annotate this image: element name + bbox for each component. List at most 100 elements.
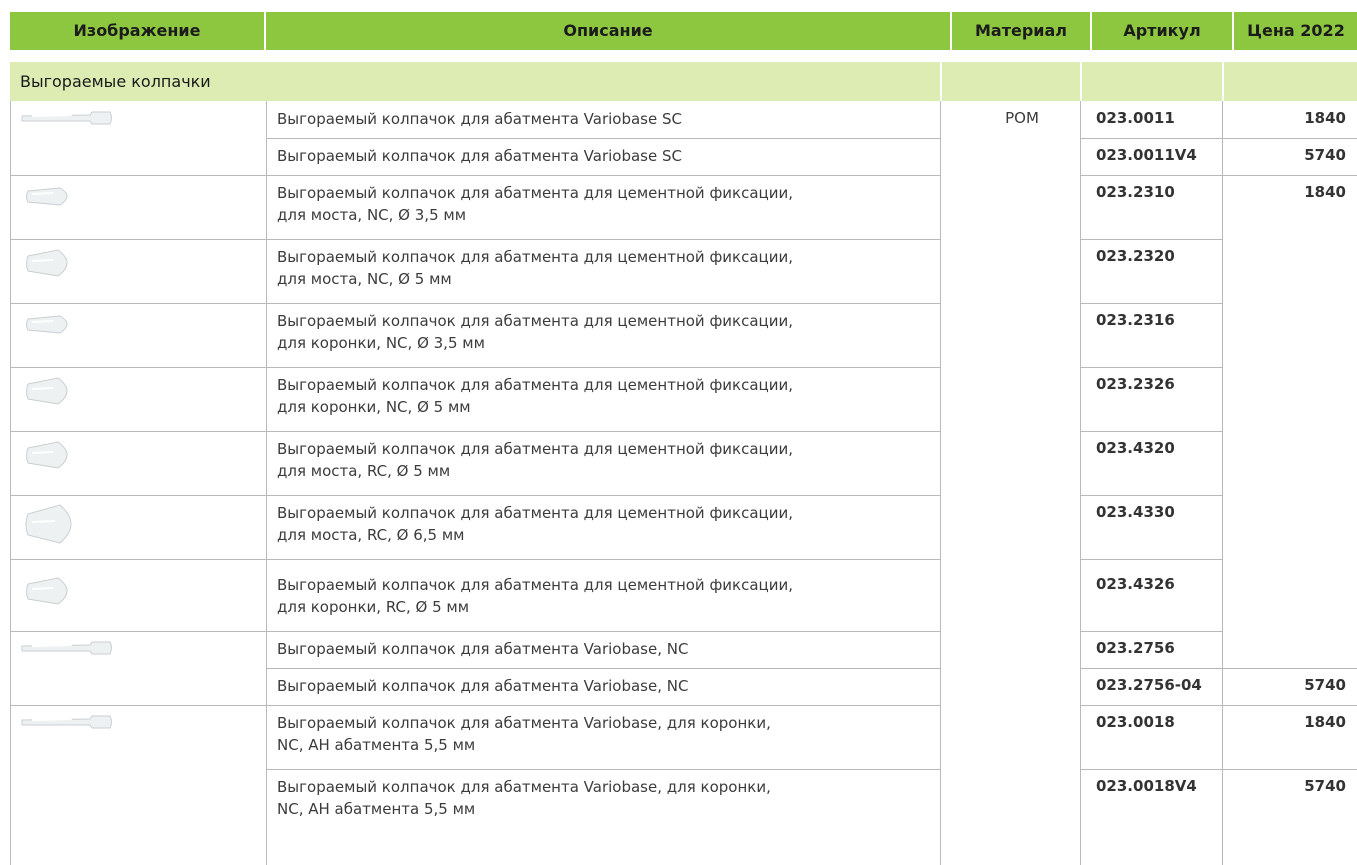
description-line-2: для коронки, RC, Ø 5 мм — [277, 598, 470, 616]
large-cap-image — [20, 501, 84, 551]
row-description: Выгораемый колпачок для абатмента для це… — [277, 374, 793, 418]
row-description: Выгораемый колпачок для абатмента для це… — [277, 502, 793, 546]
description-line-1: Выгораемый колпачок для абатмента для це… — [277, 576, 793, 594]
column-divider — [10, 101, 11, 865]
material-cell: POM — [1005, 109, 1039, 127]
article-number: 023.2320 — [1096, 247, 1175, 265]
article-number: 023.0018V4 — [1096, 777, 1197, 795]
price-value: 1840 — [1304, 109, 1346, 127]
row-divider — [1080, 631, 1222, 632]
row-divider — [10, 559, 266, 560]
description-line-1: Выгораемый колпачок для абатмента для це… — [277, 312, 793, 330]
header-article: Артикул — [1092, 12, 1234, 50]
row-divider — [10, 175, 266, 176]
article-number: 023.0018 — [1096, 713, 1175, 731]
description-line-2: для моста, NC, Ø 5 мм — [277, 270, 452, 288]
article-number: 023.4330 — [1096, 503, 1175, 521]
row-divider — [1080, 138, 1222, 139]
row-description: Выгораемый колпачок для абатмента Variob… — [277, 638, 688, 660]
row-divider — [266, 431, 940, 432]
description-line-1: Выгораемый колпачок для абатмента для це… — [277, 504, 793, 522]
row-divider — [266, 367, 940, 368]
row-divider — [266, 769, 940, 770]
row-divider — [266, 175, 940, 176]
description-line-1: Выгораемый колпачок для абатмента Variob… — [277, 640, 689, 658]
table-body: POM Выгораемый колпачок для абатмента Va… — [10, 101, 1357, 865]
small-cap-image — [20, 309, 80, 343]
article-number: 023.2326 — [1096, 375, 1175, 393]
medium-cap-image — [20, 573, 80, 613]
table-header: Изображение Описание Материал Артикул Це… — [10, 12, 1357, 52]
price-value: 5740 — [1304, 676, 1346, 694]
long-cap-image — [20, 711, 114, 737]
description-line-2: для коронки, NC, Ø 3,5 мм — [277, 334, 485, 352]
row-divider — [1080, 239, 1222, 240]
column-divider — [1222, 101, 1223, 865]
long-cap-image — [20, 107, 114, 133]
header-description: Описание — [266, 12, 952, 50]
row-divider — [266, 495, 940, 496]
article-number: 023.0011 — [1096, 109, 1175, 127]
row-divider — [10, 303, 266, 304]
description-line-2: для моста, NC, Ø 3,5 мм — [277, 206, 467, 224]
row-divider — [1222, 668, 1357, 669]
description-line-2: NC, AH абатмента 5,5 мм — [277, 736, 476, 754]
price-value: 5740 — [1304, 146, 1346, 164]
description-line-1: Выгораемый колпачок для абатмента для це… — [277, 376, 793, 394]
article-number: 023.2310 — [1096, 183, 1175, 201]
row-divider — [266, 559, 940, 560]
row-divider — [1222, 769, 1357, 770]
row-description: Выгораемый колпачок для абатмента Variob… — [277, 145, 682, 167]
row-description: Выгораемый колпачок для абатмента для це… — [277, 182, 793, 226]
description-line-1: Выгораемый колпачок для абатмента для це… — [277, 248, 793, 266]
column-divider — [266, 101, 267, 865]
section-title: Выгораемые колпачки — [20, 72, 211, 91]
row-divider — [1080, 495, 1222, 496]
price-value: 1840 — [1304, 713, 1346, 731]
row-description: Выгораемый колпачок для абатмента Variob… — [277, 675, 688, 697]
article-number: 023.2756-04 — [1096, 676, 1202, 694]
description-line-1: Выгораемый колпачок для абатмента для це… — [277, 440, 793, 458]
row-divider — [1080, 559, 1222, 560]
row-description: Выгораемый колпачок для абатмента для це… — [277, 574, 793, 618]
row-description: Выгораемый колпачок для абатмента для це… — [277, 310, 793, 354]
medium-cap-image — [20, 373, 80, 413]
description-line-2: NC, AH абатмента 5,5 мм — [277, 800, 476, 818]
row-divider — [1080, 769, 1222, 770]
article-number: 023.2756 — [1096, 639, 1175, 657]
description-line-1: Выгораемый колпачок для абатмента Variob… — [277, 778, 771, 796]
row-description: Выгораемый колпачок для абатмента Variob… — [277, 712, 771, 756]
row-divider — [266, 631, 940, 632]
description-line-1: Выгораемый колпачок для абатмента Variob… — [277, 677, 689, 695]
header-image: Изображение — [10, 12, 266, 50]
row-divider — [10, 705, 266, 706]
article-number: 023.2316 — [1096, 311, 1175, 329]
row-divider — [1222, 138, 1357, 139]
row-divider — [10, 367, 266, 368]
column-divider — [940, 101, 941, 865]
row-divider — [266, 239, 940, 240]
row-divider — [266, 705, 940, 706]
price-value: 1840 — [1304, 183, 1346, 201]
description-line-1: Выгораемый колпачок для абатмента Variob… — [277, 110, 682, 128]
row-description: Выгораемый колпачок для абатмента для це… — [277, 246, 793, 290]
description-line-1: Выгораемый колпачок для абатмента для це… — [277, 184, 793, 202]
row-divider — [1080, 668, 1222, 669]
row-description: Выгораемый колпачок для абатмента Variob… — [277, 108, 682, 130]
small-cap-image — [20, 181, 80, 215]
long-cap-image — [20, 637, 114, 663]
column-divider — [1080, 101, 1081, 865]
description-line-2: для моста, RC, Ø 6,5 мм — [277, 526, 465, 544]
row-divider — [1080, 367, 1222, 368]
row-divider — [1080, 303, 1222, 304]
row-divider — [1080, 705, 1222, 706]
row-divider — [1080, 431, 1222, 432]
row-divider — [1222, 175, 1357, 176]
price-table: Изображение Описание Материал Артикул Це… — [10, 12, 1357, 865]
medium-cap-image — [20, 245, 80, 285]
row-divider — [10, 239, 266, 240]
row-description: Выгораемый колпачок для абатмента Variob… — [277, 776, 771, 820]
article-number: 023.4320 — [1096, 439, 1175, 457]
article-number: 023.4326 — [1096, 575, 1175, 593]
article-number: 023.0011V4 — [1096, 146, 1197, 164]
